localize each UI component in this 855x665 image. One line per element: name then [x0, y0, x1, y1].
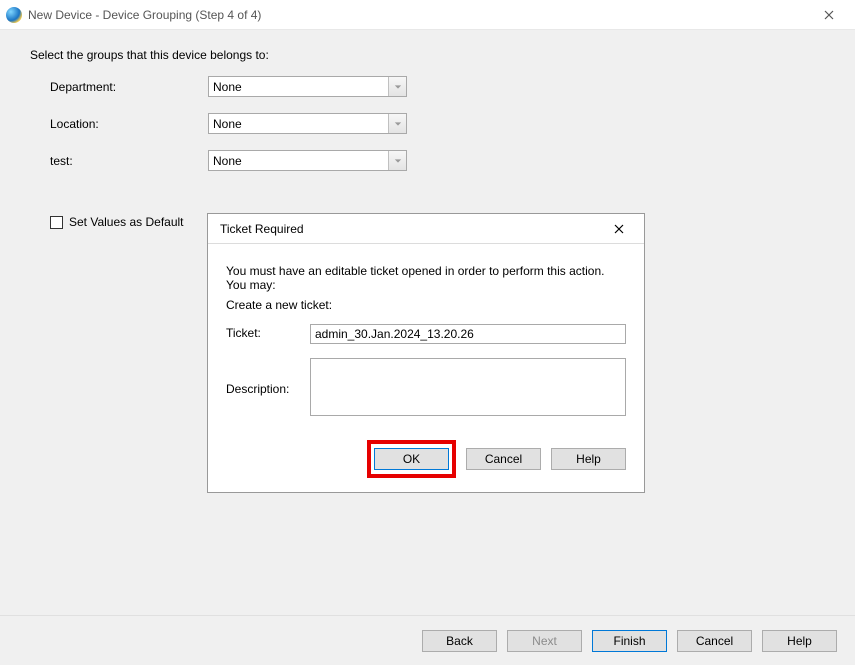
- field-label: Location:: [50, 117, 208, 131]
- dialog-cancel-button[interactable]: Cancel: [466, 448, 541, 470]
- dialog-buttons: OK Cancel Help: [226, 430, 626, 478]
- chevron-down-icon: [394, 120, 402, 128]
- dropdown-button[interactable]: [388, 114, 406, 133]
- help-button[interactable]: Help: [762, 630, 837, 652]
- description-label: Description:: [226, 358, 310, 396]
- department-dropdown[interactable]: None: [208, 76, 407, 97]
- dialog-body: You must have an editable ticket opened …: [208, 244, 644, 492]
- dropdown-button[interactable]: [388, 77, 406, 96]
- field-label: test:: [50, 154, 208, 168]
- cancel-button[interactable]: Cancel: [677, 630, 752, 652]
- next-button: Next: [507, 630, 582, 652]
- back-button[interactable]: Back: [422, 630, 497, 652]
- chevron-down-icon: [394, 157, 402, 165]
- ticket-label: Ticket:: [226, 324, 310, 340]
- main-window: New Device - Device Grouping (Step 4 of …: [0, 0, 855, 665]
- finish-button[interactable]: Finish: [592, 630, 667, 652]
- close-icon: [614, 224, 624, 234]
- location-dropdown[interactable]: None: [208, 113, 407, 134]
- dialog-close-button[interactable]: [606, 214, 632, 243]
- dialog-create-label: Create a new ticket:: [226, 298, 626, 312]
- instruction-text: Select the groups that this device belon…: [30, 48, 825, 62]
- app-icon: [6, 7, 22, 23]
- window-close-button[interactable]: [809, 0, 849, 29]
- wizard-footer: Back Next Finish Cancel Help: [0, 615, 855, 665]
- field-location: Location: None: [30, 113, 825, 134]
- field-department: Department: None: [30, 76, 825, 97]
- dialog-title: Ticket Required: [220, 222, 304, 236]
- ok-button[interactable]: OK: [374, 448, 449, 470]
- ok-button-highlight: OK: [367, 440, 456, 478]
- dropdown-value: None: [213, 80, 242, 94]
- titlebar: New Device - Device Grouping (Step 4 of …: [0, 0, 855, 30]
- dialog-help-button[interactable]: Help: [551, 448, 626, 470]
- ticket-input[interactable]: [310, 324, 626, 344]
- test-dropdown[interactable]: None: [208, 150, 407, 171]
- chevron-down-icon: [394, 83, 402, 91]
- ticket-required-dialog: Ticket Required You must have an editabl…: [207, 213, 645, 493]
- default-checkbox[interactable]: [50, 216, 63, 229]
- window-title: New Device - Device Grouping (Step 4 of …: [28, 8, 261, 22]
- description-row: Description:: [226, 358, 626, 416]
- description-input[interactable]: [310, 358, 626, 416]
- close-icon: [824, 10, 834, 20]
- dropdown-value: None: [213, 154, 242, 168]
- ticket-row: Ticket:: [226, 324, 626, 344]
- field-test: test: None: [30, 150, 825, 171]
- dialog-message: You must have an editable ticket opened …: [226, 264, 626, 292]
- default-checkbox-label: Set Values as Default: [69, 215, 184, 229]
- dropdown-button[interactable]: [388, 151, 406, 170]
- field-label: Department:: [50, 80, 208, 94]
- dialog-titlebar: Ticket Required: [208, 214, 644, 244]
- dropdown-value: None: [213, 117, 242, 131]
